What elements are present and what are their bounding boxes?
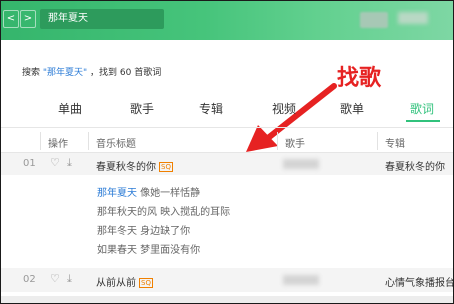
lyric-line: 那年夏天 像她一样恬静: [97, 184, 230, 203]
column-actions: 操作: [48, 139, 68, 150]
song-title[interactable]: 春夏秋冬的你: [96, 162, 156, 173]
lyric-text: 像她一样恬静: [137, 188, 201, 199]
lyric-text: 那年冬天 身边缺了你: [97, 226, 191, 237]
table-row[interactable]: 01 ♡ ⤓ 春夏秋冬的你 SQ 春夏秋冬的你: [0, 153, 454, 175]
active-tab-indicator: [406, 120, 440, 122]
album-name[interactable]: 春夏秋冬的你: [385, 158, 445, 173]
tab-videos[interactable]: 视频: [272, 100, 296, 117]
column-title[interactable]: 音乐标题: [96, 135, 136, 150]
tab-singers[interactable]: 歌手: [130, 100, 154, 117]
song-title-cell: 春夏秋冬的你 SQ: [96, 158, 173, 173]
heart-icon[interactable]: ♡: [50, 272, 60, 285]
row-number: 01: [23, 158, 36, 169]
tab-albums[interactable]: 专辑: [199, 100, 223, 117]
table-row[interactable]: 02 ♡ ⤓ 从前从前 SQ 心情气象播报台: [0, 268, 454, 292]
tab-playlists[interactable]: 歌单: [340, 100, 364, 117]
column-separator: [88, 132, 89, 150]
singer-name[interactable]: [283, 159, 319, 169]
sq-badge: SQ: [159, 162, 173, 172]
heart-icon[interactable]: ♡: [50, 156, 60, 169]
result-tabs: 单曲 歌手 专辑 视频 歌单 歌词: [0, 100, 454, 122]
tab-lyrics[interactable]: 歌词: [410, 100, 434, 117]
scroll-area-edge: [0, 296, 454, 304]
song-title[interactable]: 从前从前: [96, 278, 136, 289]
tab-songs[interactable]: 单曲: [58, 100, 82, 117]
singer-name[interactable]: [283, 275, 319, 285]
song-title-cell: 从前从前 SQ: [96, 274, 153, 289]
lyric-text: 如果春天 梦里面没有你: [97, 245, 201, 256]
album-name[interactable]: 心情气象播报台: [385, 274, 454, 289]
column-separator: [377, 132, 378, 150]
lyric-line: 那年冬天 身边缺了你: [97, 222, 230, 241]
column-album[interactable]: 专辑: [385, 135, 405, 150]
download-icon[interactable]: ⤓: [67, 156, 72, 170]
row-number: 02: [23, 274, 36, 285]
column-separator: [277, 132, 278, 150]
lyric-text: 那年秋天的风 映入搅乱的耳际: [97, 207, 231, 218]
lyric-line: 那年秋天的风 映入搅乱的耳际: [97, 203, 230, 222]
column-singer[interactable]: 歌手: [285, 135, 305, 150]
lyric-line: 如果春天 梦里面没有你: [97, 241, 230, 260]
column-separator: [40, 132, 41, 150]
table-header: 操作 音乐标题 歌手 专辑: [0, 127, 454, 153]
lyric-keyword: 那年夏天: [97, 188, 137, 199]
sq-badge: SQ: [139, 278, 153, 288]
download-icon[interactable]: ⤓: [67, 272, 72, 286]
lyrics-excerpt: 那年夏天 像她一样恬静 那年秋天的风 映入搅乱的耳际 那年冬天 身边缺了你 如果…: [97, 184, 230, 260]
